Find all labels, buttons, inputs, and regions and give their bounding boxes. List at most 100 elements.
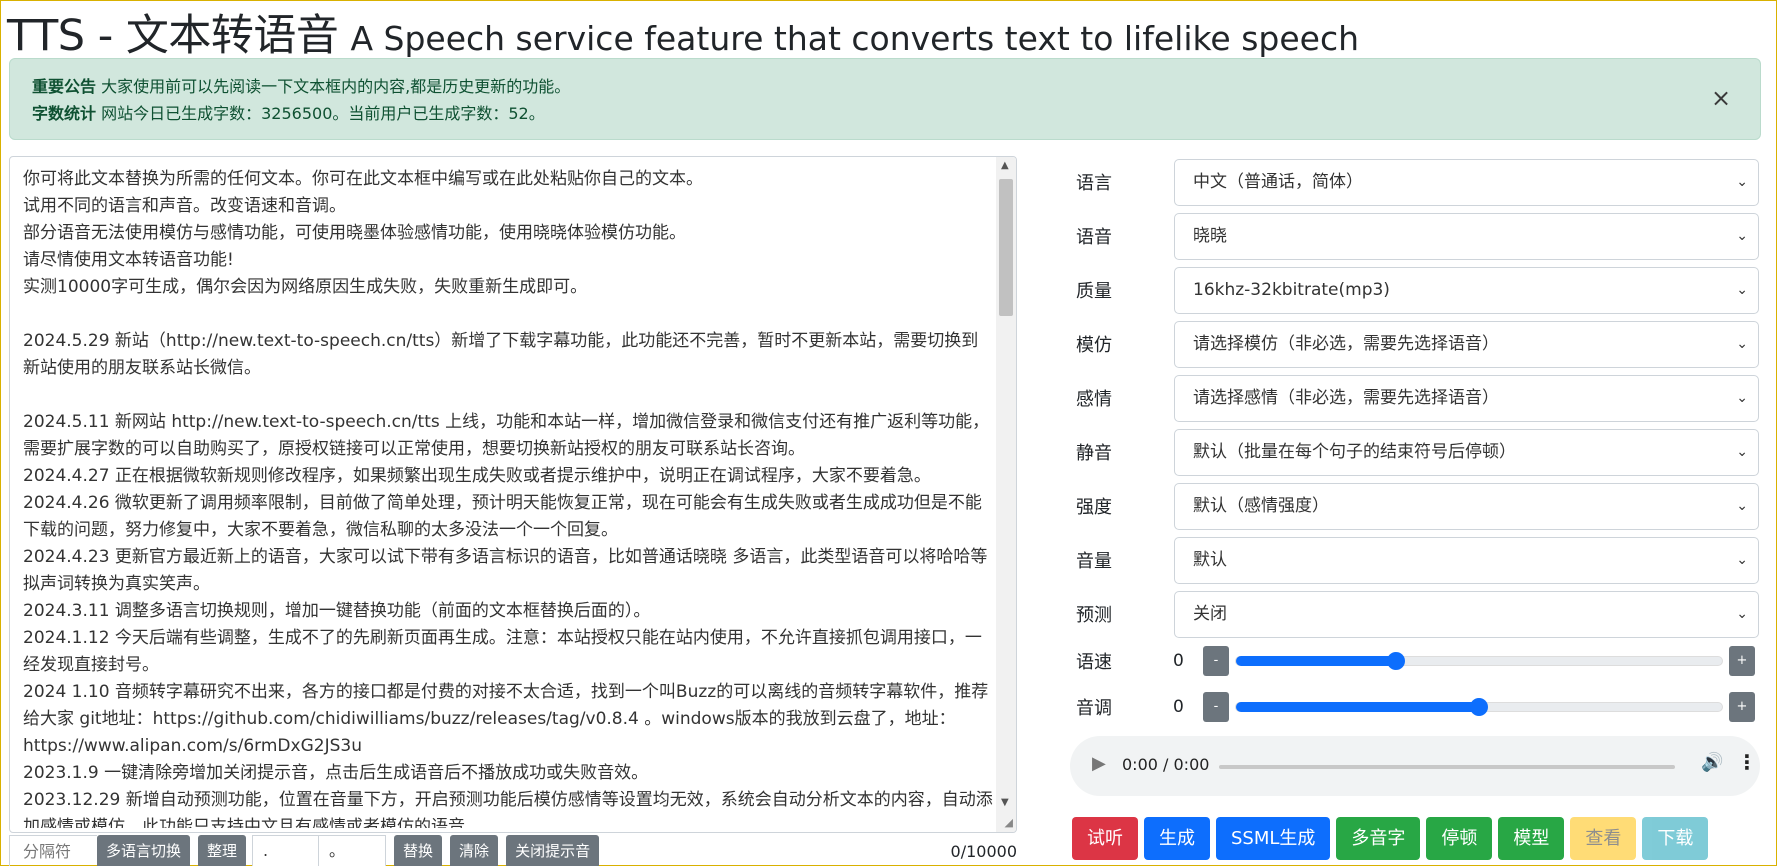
emotion-row: 感情 请选择感情（非必选，需要先选择语音） ⌄ <box>1070 374 1760 422</box>
chevron-down-icon: ⌄ <box>1736 605 1748 622</box>
emotion-select-value: 请选择感情（非必选，需要先选择语音） <box>1193 387 1499 408</box>
multilang-switch-button[interactable]: 多语言切换 <box>97 835 191 866</box>
chevron-down-icon: ⌄ <box>1736 389 1748 406</box>
imitate-label: 模仿 <box>1076 335 1112 356</box>
volume-select-value: 默认 <box>1193 549 1227 570</box>
replace-from-input[interactable]: . <box>252 835 320 866</box>
close-icon[interactable]: × <box>1704 81 1738 115</box>
audio-progress-bar[interactable] <box>1219 765 1675 769</box>
pitch-decrease-button[interactable]: - <box>1203 692 1229 722</box>
rate-value: 0 <box>1173 651 1184 671</box>
editor-scrollbar[interactable]: ▲ ▼ <box>996 157 1016 832</box>
rate-slider-fill <box>1236 656 1397 666</box>
chevron-down-icon: ⌄ <box>1736 497 1748 514</box>
organize-button[interactable]: 整理 <box>198 835 247 866</box>
intensity-select[interactable]: 默认（感情强度） ⌄ <box>1174 482 1759 530</box>
predict-select-value: 关闭 <box>1193 603 1227 624</box>
volume-select[interactable]: 默认 ⌄ <box>1174 536 1759 584</box>
model-button[interactable]: 模型 <box>1498 817 1565 860</box>
replace-to-input[interactable]: 。 <box>319 835 387 866</box>
stats-label: 字数统计 <box>32 104 97 123</box>
ssml-generate-button[interactable]: SSML生成 <box>1216 817 1331 860</box>
language-select-value: 中文（普通话，简体） <box>1193 171 1363 192</box>
language-row: 语言 中文（普通话，简体） ⌄ <box>1070 158 1760 206</box>
page-title: TTS - 文本转语音 A Speech service feature tha… <box>7 1 1767 61</box>
silence-select-value: 默认（批量在每个句子的结束符号后停顿） <box>1193 441 1516 462</box>
voice-row: 语音 晓晓 ⌄ <box>1070 212 1760 260</box>
language-label: 语言 <box>1076 173 1112 194</box>
generate-button[interactable]: 生成 <box>1144 817 1210 860</box>
volume-row: 音量 默认 ⌄ <box>1070 536 1760 584</box>
resize-handle-icon[interactable]: ◢ <box>1005 816 1013 829</box>
predict-select[interactable]: 关闭 ⌄ <box>1174 590 1759 638</box>
rate-slider-handle[interactable] <box>1387 652 1406 670</box>
silence-row: 静音 默认（批量在每个句子的结束符号后停顿） ⌄ <box>1070 428 1760 476</box>
stats-line: 字数统计 网站今日已生成字数：3256500。当前用户已生成字数：52。 <box>32 100 1738 127</box>
intensity-label: 强度 <box>1076 497 1112 518</box>
chevron-down-icon: ⌄ <box>1736 551 1748 568</box>
scroll-up-icon[interactable]: ▲ <box>1001 160 1009 171</box>
pitch-increase-button[interactable]: + <box>1729 692 1755 722</box>
download-button[interactable]: 下载 <box>1642 817 1709 860</box>
stats-text: 网站今日已生成字数：3256500。当前用户已生成字数：52。 <box>101 104 545 123</box>
intensity-select-value: 默认（感情强度） <box>1193 495 1329 516</box>
editor-toolbar: 分隔符 多语言切换 整理 . 。 替换 清除 关闭提示音 0/10000 <box>9 835 1021 866</box>
clear-button[interactable]: 清除 <box>450 835 499 866</box>
rate-slider[interactable] <box>1235 652 1723 670</box>
intensity-row: 强度 默认（感情强度） ⌄ <box>1070 482 1760 530</box>
more-options-icon[interactable]: ⋮ <box>1737 750 1757 774</box>
quality-label: 质量 <box>1076 281 1112 302</box>
notice-label: 重要公告 <box>32 77 97 96</box>
pitch-label: 音调 <box>1076 698 1112 719</box>
quality-select-value: 16khz-32kbitrate(mp3) <box>1193 279 1390 300</box>
imitate-select[interactable]: 请选择模仿（非必选，需要先选择语音） ⌄ <box>1174 320 1759 368</box>
notice-text: 大家使用前可以先阅读一下文本框内的内容,都是历史更新的功能。 <box>101 77 571 96</box>
polyphone-button[interactable]: 多音字 <box>1336 817 1421 860</box>
audio-player: ▶ 0:00 / 0:00 🔊 ⋮ <box>1070 736 1760 796</box>
replace-button[interactable]: 替换 <box>394 835 443 866</box>
close-prompt-sound-button[interactable]: 关闭提示音 <box>506 835 600 866</box>
rate-label: 语速 <box>1076 652 1112 673</box>
notice-line: 重要公告 大家使用前可以先阅读一下文本框内的内容,都是历史更新的功能。 <box>32 73 1738 100</box>
pitch-row: 音调 0 - + <box>1070 689 1760 725</box>
voice-select[interactable]: 晓晓 ⌄ <box>1174 212 1759 260</box>
rate-decrease-button[interactable]: - <box>1203 646 1229 676</box>
chevron-down-icon: ⌄ <box>1736 173 1748 190</box>
chevron-down-icon: ⌄ <box>1736 335 1748 352</box>
title-main: TTS - 文本转语音 <box>7 11 339 61</box>
scroll-down-icon[interactable]: ▼ <box>1001 797 1009 808</box>
predict-row: 预测 关闭 ⌄ <box>1070 590 1760 638</box>
listen-button[interactable]: 试听 <box>1072 817 1138 860</box>
silence-select[interactable]: 默认（批量在每个句子的结束符号后停顿） ⌄ <box>1174 428 1759 476</box>
text-editor[interactable]: 你可将此文本替换为所需的任何文本。你可在此文本框中编写或在此处粘贴你自己的文本。… <box>9 156 1017 833</box>
pitch-value: 0 <box>1173 697 1184 717</box>
chevron-down-icon: ⌄ <box>1736 281 1748 298</box>
predict-label: 预测 <box>1076 605 1112 626</box>
chevron-down-icon: ⌄ <box>1736 227 1748 244</box>
imitate-select-value: 请选择模仿（非必选，需要先选择语音） <box>1193 333 1499 354</box>
quality-select[interactable]: 16khz-32kbitrate(mp3) ⌄ <box>1174 266 1759 314</box>
separator-label: 分隔符 <box>9 835 97 866</box>
scrollbar-thumb[interactable] <box>999 179 1013 316</box>
rate-increase-button[interactable]: + <box>1729 646 1755 676</box>
pause-button[interactable]: 停顿 <box>1426 817 1493 860</box>
announcement-alert: 重要公告 大家使用前可以先阅读一下文本框内的内容,都是历史更新的功能。 字数统计… <box>9 58 1761 140</box>
play-icon[interactable]: ▶ <box>1092 753 1106 774</box>
language-select[interactable]: 中文（普通话，简体） ⌄ <box>1174 158 1759 206</box>
pitch-slider-fill <box>1236 702 1479 712</box>
silence-label: 静音 <box>1076 443 1112 464</box>
volume-label: 音量 <box>1076 551 1112 572</box>
emotion-label: 感情 <box>1076 389 1112 410</box>
imitate-row: 模仿 请选择模仿（非必选，需要先选择语音） ⌄ <box>1070 320 1760 368</box>
pitch-slider-handle[interactable] <box>1470 698 1488 716</box>
pitch-slider[interactable] <box>1235 698 1723 716</box>
emotion-select[interactable]: 请选择感情（非必选，需要先选择语音） ⌄ <box>1174 374 1759 422</box>
voice-label: 语音 <box>1076 227 1112 248</box>
rate-row: 语速 0 - + <box>1070 643 1760 679</box>
char-count: 0/10000 <box>950 841 1017 861</box>
quality-row: 质量 16khz-32kbitrate(mp3) ⌄ <box>1070 266 1760 314</box>
view-button[interactable]: 查看 <box>1570 817 1637 860</box>
audio-time: 0:00 / 0:00 <box>1122 755 1210 774</box>
text-editor-content[interactable]: 你可将此文本替换为所需的任何文本。你可在此文本框中编写或在此处粘贴你自己的文本。… <box>23 166 995 828</box>
volume-icon[interactable]: 🔊 <box>1701 752 1723 773</box>
